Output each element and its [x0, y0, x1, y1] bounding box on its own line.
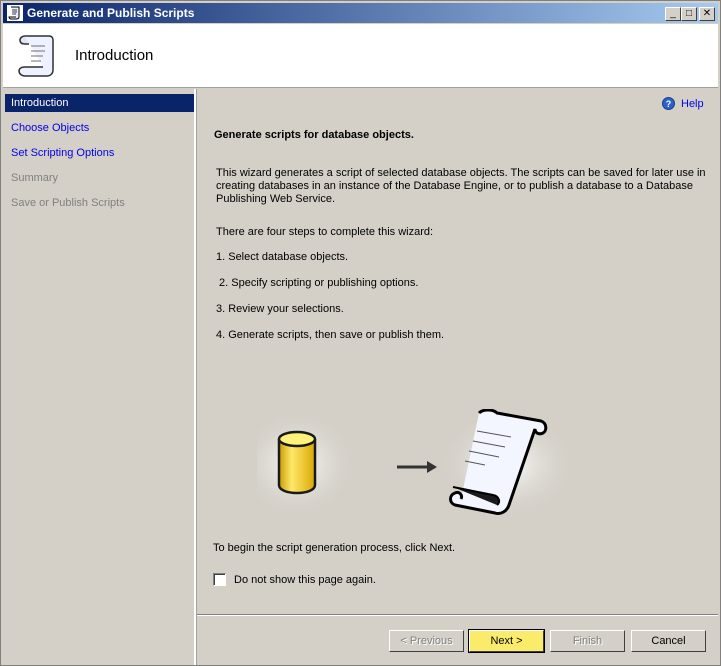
wizard-content: ? Help Generate scripts for database obj…	[197, 89, 718, 614]
maximize-icon: □	[685, 8, 693, 19]
cancel-button[interactable]: Cancel	[631, 630, 706, 652]
window-title: Generate and Publish Scripts	[27, 6, 195, 20]
steps-intro-text: There are four steps to complete this wi…	[216, 226, 434, 238]
help-link[interactable]: ? Help	[662, 97, 704, 110]
maximize-button[interactable]: □	[681, 7, 697, 21]
page-title: Introduction	[75, 47, 154, 64]
help-label[interactable]: Help	[681, 98, 704, 110]
sidebar-item-summary: Summary	[11, 172, 59, 184]
sidebar-item-choose-objects[interactable]: Choose Objects	[5, 119, 194, 137]
minimize-icon: _	[670, 8, 676, 19]
begin-instruction-text: To begin the script generation process, …	[213, 542, 456, 554]
wizard-window: Generate and Publish Scripts _ □ ✕ Intro…	[0, 0, 721, 666]
sidebar-item-set-scripting-options[interactable]: Set Scripting Options	[5, 144, 194, 162]
minimize-button[interactable]: _	[665, 7, 681, 21]
database-icon	[277, 430, 317, 495]
finish-button[interactable]: Finish	[550, 630, 625, 652]
database-to-script-illustration	[257, 409, 577, 519]
script-scroll-icon	[18, 35, 54, 77]
title-bar[interactable]: Generate and Publish Scripts _ □ ✕	[3, 3, 718, 23]
step-2: 2. Specify scripting or publishing optio…	[216, 277, 419, 289]
section-heading: Generate scripts for database objects.	[214, 129, 414, 141]
footer-separator	[197, 614, 718, 616]
sidebar-item-save-or-publish-scripts: Save or Publish Scripts	[11, 197, 125, 209]
wizard-header: Introduction	[3, 24, 718, 88]
close-button[interactable]: ✕	[699, 7, 715, 21]
next-button[interactable]: Next >	[468, 629, 545, 653]
description-text: This wizard generates a script of select…	[216, 167, 706, 205]
help-icon: ?	[662, 97, 675, 110]
arrow-right-icon	[397, 461, 437, 473]
sidebar-item-introduction[interactable]: Introduction	[5, 94, 194, 112]
wizard-steps-sidebar: Introduction Choose Objects Set Scriptin…	[3, 89, 196, 665]
previous-button[interactable]: < Previous	[389, 630, 464, 652]
scroll-icon	[7, 5, 23, 21]
do-not-show-again-checkbox[interactable]	[213, 573, 226, 586]
step-4: 4. Generate scripts, then save or publis…	[216, 329, 445, 341]
close-icon: ✕	[702, 8, 712, 19]
do-not-show-again-row[interactable]: Do not show this page again.	[213, 573, 376, 586]
do-not-show-again-label[interactable]: Do not show this page again.	[234, 574, 376, 586]
svg-text:?: ?	[666, 99, 672, 109]
step-1: 1. Select database objects.	[216, 251, 349, 263]
step-3: 3. Review your selections.	[216, 303, 344, 315]
